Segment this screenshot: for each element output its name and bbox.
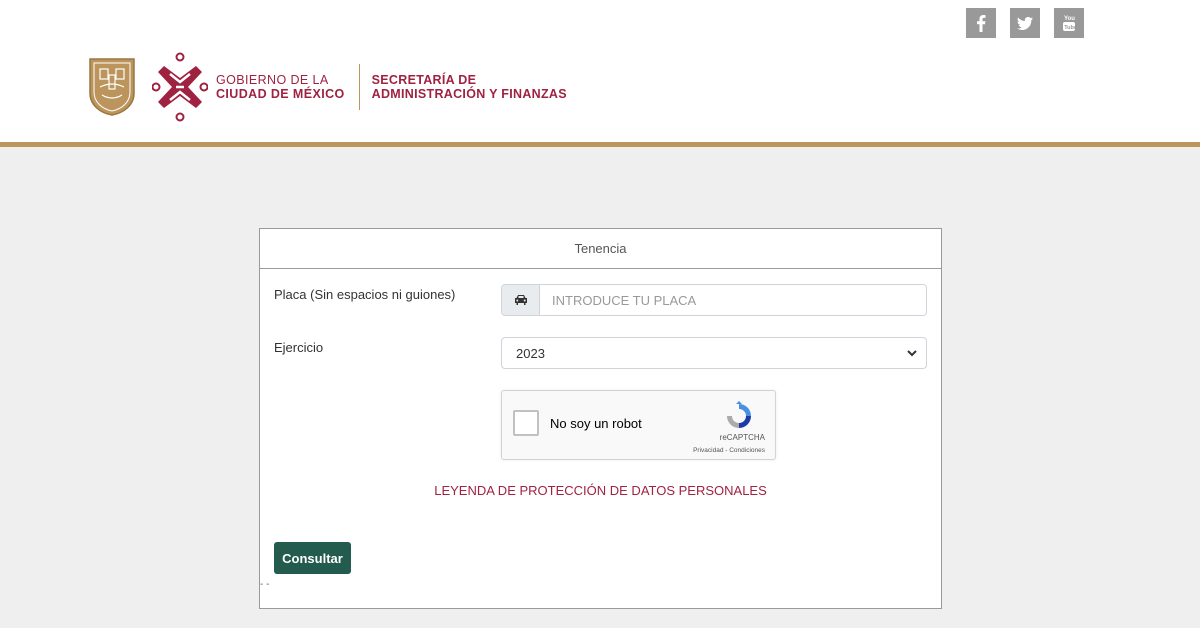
year-select[interactable]: 2023 [501, 337, 927, 369]
recaptcha-links[interactable]: Privacidad - Condiciones [693, 447, 765, 454]
government-line-2: CIUDAD DE MÉXICO [216, 87, 345, 101]
recaptcha-label: No soy un robot [550, 416, 642, 431]
svg-text:Tube: Tube [1064, 25, 1076, 31]
plate-input-group [501, 284, 927, 316]
coat-of-arms-icon [89, 58, 135, 116]
page-header: You Tube GOBIERNO DE LA CIUDAD DE MÉXICO… [0, 0, 1200, 142]
logo-area: GOBIERNO DE LA CIUDAD DE MÉXICO SECRETAR… [88, 52, 567, 122]
cdmx-logo-icon [152, 52, 208, 122]
form-title: Tenencia [260, 229, 941, 269]
social-links: You Tube [966, 8, 1084, 38]
tenencia-form-card: Tenencia Placa (Sin espacios ni guiones)… [259, 228, 942, 609]
recaptcha-icon [727, 401, 751, 428]
logo-divider [358, 64, 360, 110]
chevron-down-icon [907, 350, 917, 357]
year-select-value: 2023 [516, 345, 545, 361]
government-name: GOBIERNO DE LA CIUDAD DE MÉXICO [216, 73, 345, 101]
facebook-icon[interactable] [966, 8, 996, 38]
consultar-button[interactable]: Consultar [274, 542, 351, 574]
car-icon [502, 285, 540, 315]
year-label: Ejercicio [274, 340, 324, 355]
youtube-icon[interactable]: You Tube [1054, 8, 1084, 38]
plate-input[interactable] [540, 285, 926, 315]
plate-label: Placa (Sin espacios ni guiones) [274, 287, 456, 302]
secretariat-name: SECRETARÍA DE ADMINISTRACIÓN Y FINANZAS [372, 73, 567, 101]
twitter-icon[interactable] [1010, 8, 1040, 38]
secretariat-line-1: SECRETARÍA DE [371, 73, 477, 87]
footer-dashes: - - [260, 579, 270, 590]
recaptcha-brand: reCAPTCHA [719, 433, 765, 442]
recaptcha-checkbox[interactable] [513, 410, 539, 436]
privacy-legend-link[interactable]: LEYENDA DE PROTECCIÓN DE DATOS PERSONALE… [260, 483, 941, 498]
recaptcha-widget: No soy un robot reCAPTCHA Privacidad - C… [501, 390, 776, 460]
government-line-1: GOBIERNO DE LA [216, 73, 329, 87]
secretariat-line-2: ADMINISTRACIÓN Y FINANZAS [371, 87, 567, 101]
svg-text:You: You [1064, 16, 1075, 22]
header-stripe [0, 142, 1200, 147]
